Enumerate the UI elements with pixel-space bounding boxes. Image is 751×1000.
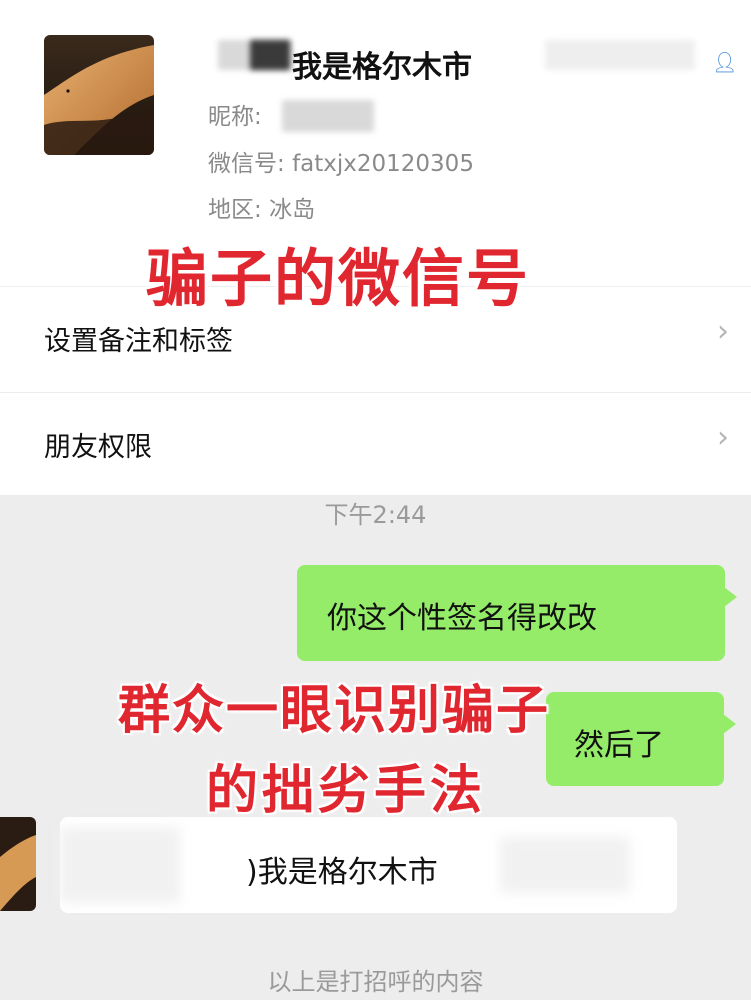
sent-message-bubble[interactable]: 然后了 [546,692,736,786]
contact-display-name: 我是格尔木市 [292,50,472,85]
nickname-row: 昵称: [208,97,262,131]
greeting-note: 以上是打招呼的内容 [267,968,484,996]
received-message-bubble[interactable]: )我是格尔木市 [60,817,677,913]
friend-avatar[interactable] [0,817,36,911]
wechat-id-value: fatxjx20120305 [292,151,474,177]
redacted-name-block [250,40,290,70]
friend-permissions-item[interactable]: 朋友权限 › [0,392,751,492]
sent-message-bubble[interactable]: 你这个性签名得改改 [297,565,737,661]
chat-timestamp: 下午2:44 [324,501,427,529]
wechat-id-row: 微信号: fatxjx20120305 [208,144,474,178]
received-message-text: )我是格尔木市 [246,855,438,890]
nickname-label: 昵称: [208,104,262,130]
redacted-message-suffix [500,837,630,893]
region-value: 冰岛 [269,197,316,223]
desert-dune-image [0,817,36,911]
friend-permissions-label: 朋友权限 [44,432,152,463]
redacted-message-prefix [60,827,180,903]
desert-dune-image [44,35,154,155]
redacted-nickname [282,100,374,132]
chevron-right-icon: › [717,420,729,455]
region-label: 地区: [208,197,262,223]
caption-scam-line-1: 群众一眼识别骗子 [118,681,551,741]
region-row: 地区: 冰岛 [208,190,315,224]
chevron-right-icon: › [717,314,729,349]
caption-scam-line-2: 的拙劣手法 [206,761,487,821]
redacted-name-suffix [545,40,695,70]
contact-avatar[interactable] [44,35,154,155]
caption-scammer-wechat-id: 骗子的微信号 [146,242,531,315]
set-remark-and-tags-label: 设置备注和标签 [44,326,233,357]
wechat-id-label: 微信号: [208,151,285,177]
male-user-icon: 👤︎ [712,50,738,74]
